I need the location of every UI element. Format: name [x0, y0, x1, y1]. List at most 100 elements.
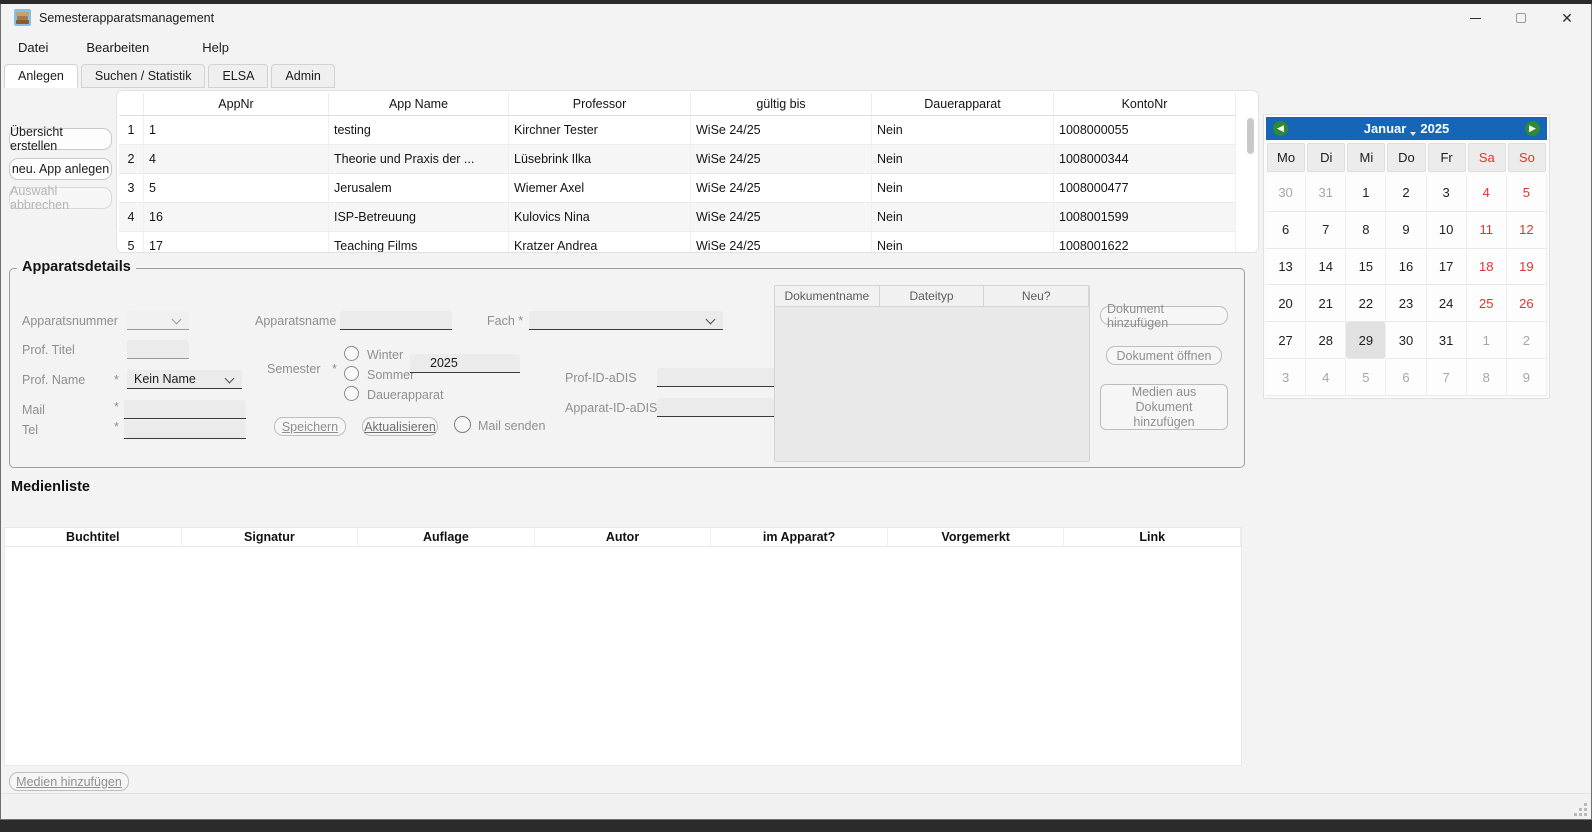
calendar-prev-month-button[interactable]: ◀	[1273, 121, 1288, 136]
column-header[interactable]: Dauerapparat	[872, 93, 1054, 115]
column-header[interactable]: Auflage	[358, 528, 535, 546]
calendar-day[interactable]: 5	[1346, 359, 1386, 396]
dauerapparat-radio[interactable]	[344, 386, 359, 401]
calendar-day[interactable]: 14	[1306, 249, 1346, 286]
resize-grip[interactable]	[1574, 803, 1587, 816]
column-header[interactable]: Buchtitel	[5, 528, 182, 546]
calendar-day[interactable]: 30	[1386, 322, 1426, 359]
tab-suchen-statistik[interactable]: Suchen / Statistik	[81, 64, 206, 88]
calendar-day[interactable]: 3	[1266, 359, 1306, 396]
apparat-id-adis-field[interactable]	[657, 398, 776, 417]
auswahl-abbrechen-button[interactable]: Auswahl abbrechen	[9, 187, 112, 209]
column-header[interactable]	[119, 93, 144, 115]
column-header[interactable]: KontoNr	[1054, 93, 1236, 115]
table-row[interactable]: 11testingKirchner TesterWiSe 24/25Nein10…	[119, 116, 1236, 145]
column-header[interactable]: Vorgemerkt	[888, 528, 1065, 546]
medien-aus-dokument-button[interactable]: Medien aus Dokument hinzufügen	[1100, 384, 1228, 430]
column-header[interactable]: Dateityp	[880, 286, 985, 306]
medien-hinzufuegen-button[interactable]: Medien hinzufügen	[9, 772, 129, 791]
table-row[interactable]: 24Theorie und Praxis der ...Lüsebrink Il…	[119, 145, 1236, 174]
close-button[interactable]: ✕	[1544, 4, 1590, 32]
column-header[interactable]: im Apparat?	[711, 528, 888, 546]
calendar-day[interactable]: 4	[1306, 359, 1346, 396]
tab-anlegen[interactable]: Anlegen	[4, 64, 78, 88]
calendar-day[interactable]: 9	[1386, 212, 1426, 249]
calendar-day[interactable]: 3	[1427, 175, 1467, 212]
calendar-day[interactable]: 11	[1467, 212, 1507, 249]
table-row[interactable]: 35JerusalemWiemer AxelWiSe 24/25Nein1008…	[119, 174, 1236, 203]
aktualisieren-button[interactable]: Aktualisieren	[362, 417, 438, 436]
calendar-day[interactable]: 13	[1266, 249, 1306, 286]
tel-field[interactable]	[124, 420, 246, 439]
apparatsname-field[interactable]	[340, 311, 452, 330]
calendar-day[interactable]: 2	[1507, 322, 1547, 359]
calendar-day[interactable]: 24	[1427, 285, 1467, 322]
prof-id-adis-field[interactable]	[657, 368, 776, 387]
minimize-button[interactable]	[1452, 4, 1498, 32]
calendar-day[interactable]: 9	[1507, 359, 1547, 396]
tab-admin[interactable]: Admin	[271, 64, 334, 88]
dokument-oeffnen-button[interactable]: Dokument öffnen	[1106, 346, 1222, 365]
column-header[interactable]: AppNr	[144, 93, 329, 115]
calendar-day[interactable]: 7	[1427, 359, 1467, 396]
menu-bearbeiten[interactable]: Bearbeiten	[73, 36, 162, 59]
calendar-day[interactable]: 1	[1346, 175, 1386, 212]
sommer-radio[interactable]	[344, 366, 359, 381]
calendar-day[interactable]: 25	[1467, 285, 1507, 322]
calendar-day[interactable]: 28	[1306, 322, 1346, 359]
calendar-next-month-button[interactable]: ▶	[1525, 121, 1540, 136]
dokument-hinzufuegen-button[interactable]: Dokument hinzufügen	[1100, 306, 1228, 325]
mail-field[interactable]	[124, 400, 246, 419]
calendar-day[interactable]: 26	[1507, 285, 1547, 322]
mail-senden-checkbox[interactable]	[454, 416, 471, 433]
column-header[interactable]: gültig bis	[691, 93, 872, 115]
prof-name-select[interactable]: Kein Name	[127, 370, 242, 389]
calendar-month-year[interactable]: Januar 2025	[1364, 121, 1450, 136]
calendar-day[interactable]: 4	[1467, 175, 1507, 212]
calendar-day[interactable]: 8	[1467, 359, 1507, 396]
calendar-day[interactable]: 15	[1346, 249, 1386, 286]
calendar-day[interactable]: 5	[1507, 175, 1547, 212]
calendar-day[interactable]: 22	[1346, 285, 1386, 322]
column-header[interactable]: Link	[1064, 528, 1241, 546]
calendar-day[interactable]: 21	[1306, 285, 1346, 322]
winter-radio[interactable]	[344, 346, 359, 361]
calendar-day[interactable]: 2	[1386, 175, 1426, 212]
calendar-day[interactable]: 31	[1306, 175, 1346, 212]
calendar-day[interactable]: 1	[1467, 322, 1507, 359]
column-header[interactable]: Dokumentname	[775, 286, 880, 306]
column-header[interactable]: App Name	[329, 93, 509, 115]
table-row[interactable]: 416ISP-BetreuungKulovics NinaWiSe 24/25N…	[119, 203, 1236, 232]
maximize-button[interactable]	[1498, 4, 1544, 32]
fach-select[interactable]	[529, 311, 723, 330]
calendar-day[interactable]: 31	[1427, 322, 1467, 359]
menu-help[interactable]: Help	[189, 36, 242, 59]
column-header[interactable]: Neu?	[984, 286, 1089, 306]
calendar-day[interactable]: 12	[1507, 212, 1547, 249]
column-header[interactable]: Signatur	[182, 528, 359, 546]
calendar-day[interactable]: 27	[1266, 322, 1306, 359]
menu-datei[interactable]: Datei	[5, 36, 61, 59]
apps-table-scrollbar[interactable]	[1247, 118, 1254, 154]
calendar-day[interactable]: 30	[1266, 175, 1306, 212]
apparatsnummer-select[interactable]	[127, 311, 189, 330]
calendar-day[interactable]: 19	[1507, 249, 1547, 286]
calendar-day[interactable]: 10	[1427, 212, 1467, 249]
calendar-day[interactable]: 17	[1427, 249, 1467, 286]
calendar-day[interactable]: 8	[1346, 212, 1386, 249]
calendar-day[interactable]: 6	[1386, 359, 1426, 396]
calendar-day[interactable]: 16	[1386, 249, 1426, 286]
uebersicht-erstellen-button[interactable]: Übersicht erstellen	[9, 128, 112, 150]
calendar-day[interactable]: 18	[1467, 249, 1507, 286]
tab-elsa[interactable]: ELSA	[208, 64, 268, 88]
calendar-day[interactable]: 23	[1386, 285, 1426, 322]
calendar-day[interactable]: 7	[1306, 212, 1346, 249]
column-header[interactable]: Autor	[535, 528, 712, 546]
calendar-day[interactable]: 29	[1346, 322, 1386, 359]
prof-titel-field[interactable]	[127, 340, 189, 359]
calendar-day[interactable]: 6	[1266, 212, 1306, 249]
calendar-day[interactable]: 20	[1266, 285, 1306, 322]
column-header[interactable]: Professor	[509, 93, 691, 115]
neue-app-anlegen-button[interactable]: neu. App anlegen	[9, 158, 112, 180]
speichern-button[interactable]: Speichern	[274, 417, 346, 436]
